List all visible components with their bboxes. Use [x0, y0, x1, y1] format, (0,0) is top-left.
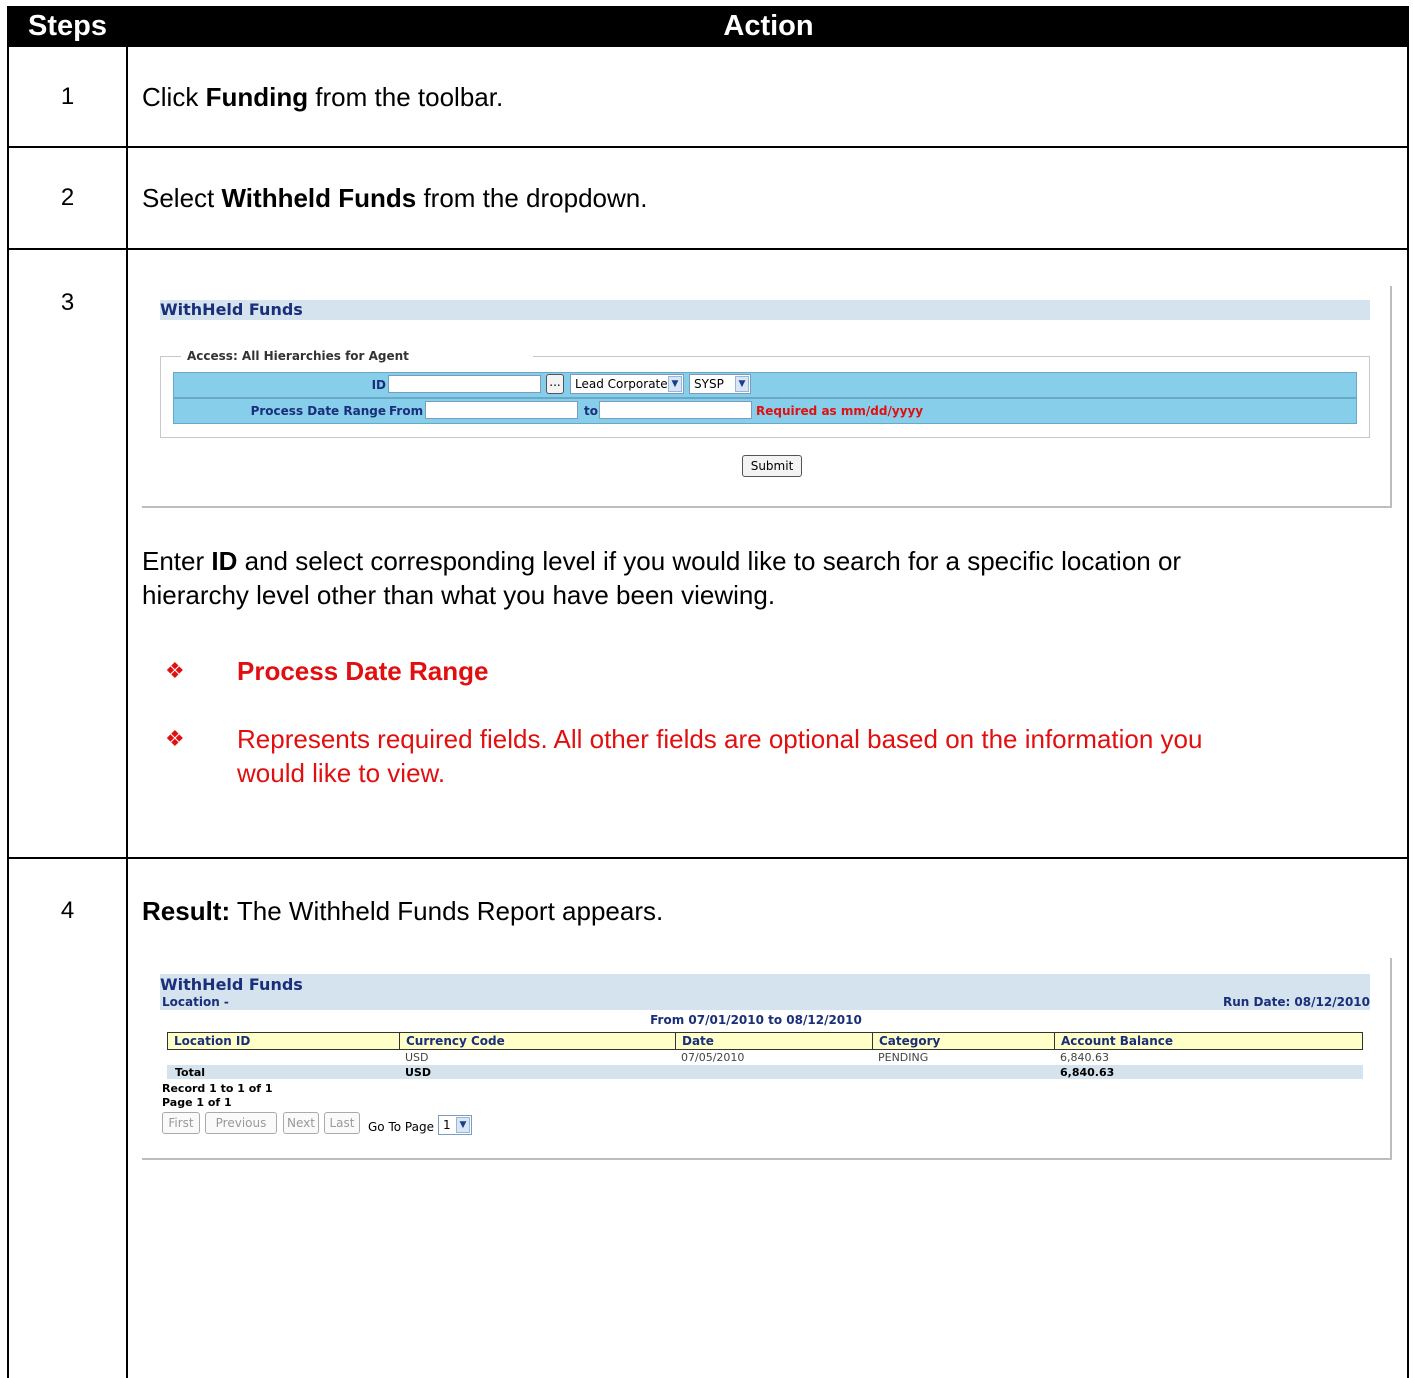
category-cell: PENDING [878, 1051, 929, 1064]
action-header: Action [723, 10, 814, 42]
step-number: 2 [60, 184, 75, 211]
column-header: Location ID [174, 1034, 251, 1048]
step-4-result: Result: The Withheld Funds Report appear… [142, 896, 664, 926]
total-label: Total [175, 1066, 206, 1079]
screenshot-shadow [1390, 286, 1392, 508]
system-select[interactable]: SYSP ▼ [689, 374, 751, 394]
diamond-bullet-icon: ❖ [165, 658, 185, 683]
record-info: Record 1 to 1 of 1 [162, 1082, 273, 1095]
screenshot-shadow [142, 506, 1392, 508]
next-page-button[interactable]: Next [283, 1112, 319, 1134]
page-select[interactable]: 1 ▼ [438, 1115, 472, 1135]
last-page-button[interactable]: Last [324, 1112, 360, 1134]
report-screenshot: WithHeld Funds Location - Run Date: 08/1… [142, 958, 1392, 1160]
required-field-name: Process Date Range [237, 656, 489, 686]
form-title: WithHeld Funds [160, 300, 1370, 320]
screenshot-shadow [1390, 958, 1392, 1160]
first-page-button[interactable]: First [162, 1112, 200, 1134]
required-fields-note-line2: would like to view. [237, 758, 446, 788]
balance-cell: 6,840.63 [1060, 1051, 1109, 1064]
column-header: Category [872, 1033, 940, 1049]
report-date-range: From 07/01/2010 to 08/12/2010 [650, 1013, 862, 1027]
required-fields-note: Represents required fields. All other fi… [237, 724, 1203, 754]
browse-button[interactable]: ... [546, 374, 564, 394]
run-date: Run Date: 08/12/2010 [1223, 995, 1370, 1009]
report-title: WithHeld Funds [160, 974, 1370, 994]
chevron-down-icon: ▼ [456, 1117, 470, 1133]
step-number: 4 [60, 897, 75, 924]
total-balance: 6,840.63 [1060, 1066, 1115, 1079]
submit-button[interactable]: Submit [742, 455, 802, 477]
column-divider [126, 47, 128, 1378]
left-border [7, 47, 9, 1378]
step-1-instruction: Click Funding from the toolbar. [142, 82, 504, 112]
location-label: Location - [162, 995, 229, 1009]
from-date-input[interactable] [425, 401, 578, 419]
step-2-instruction: Select Withheld Funds from the dropdown. [142, 183, 648, 213]
screenshot-shadow [142, 1158, 1392, 1160]
from-label: From [389, 404, 424, 418]
id-label: ID [371, 378, 386, 392]
row-divider [7, 248, 1409, 250]
currency-cell: USD [405, 1051, 429, 1064]
diamond-bullet-icon: ❖ [165, 726, 185, 751]
report-column-headers: Location ID Currency Code Date Category … [167, 1032, 1363, 1050]
to-date-input[interactable] [599, 401, 752, 419]
total-row [167, 1065, 1363, 1079]
steps-table: Steps Action 1 Click Funding from the to… [7, 6, 1409, 1378]
page-info: Page 1 of 1 [162, 1096, 232, 1109]
date-range-label: Process Date Range [250, 404, 386, 418]
steps-header: Steps [28, 10, 107, 42]
column-header: Account Balance [1054, 1033, 1173, 1049]
chevron-down-icon: ▼ [735, 376, 749, 392]
step-number: 1 [60, 83, 75, 110]
go-to-page-label: Go To Page [368, 1120, 434, 1134]
id-input[interactable] [388, 375, 541, 393]
to-label: to [584, 404, 598, 418]
access-legend: Access: All Hierarchies for Agent [181, 349, 533, 363]
date-cell: 07/05/2010 [681, 1051, 745, 1064]
row-divider [7, 146, 1409, 148]
step-3-instruction-line2: hierarchy level other than what you have… [142, 580, 776, 610]
table-header: Steps Action [7, 6, 1409, 47]
row-divider [7, 857, 1409, 859]
step-3-instruction: Enter ID and select corresponding level … [142, 546, 1182, 576]
right-border [1407, 47, 1409, 1378]
required-note: Required as mm/dd/yyyy [756, 404, 924, 418]
chevron-down-icon: ▼ [668, 376, 682, 392]
id-row [173, 372, 1357, 398]
report-subheader-bar [160, 994, 1370, 1010]
step-number: 3 [60, 289, 75, 316]
search-form-screenshot: WithHeld Funds Access: All Hierarchies f… [142, 286, 1392, 508]
total-currency: USD [405, 1066, 431, 1079]
column-header: Date [675, 1033, 714, 1049]
level-select[interactable]: Lead Corporate ▼ [570, 374, 684, 394]
column-header: Currency Code [399, 1033, 505, 1049]
previous-page-button[interactable]: Previous [205, 1112, 277, 1134]
